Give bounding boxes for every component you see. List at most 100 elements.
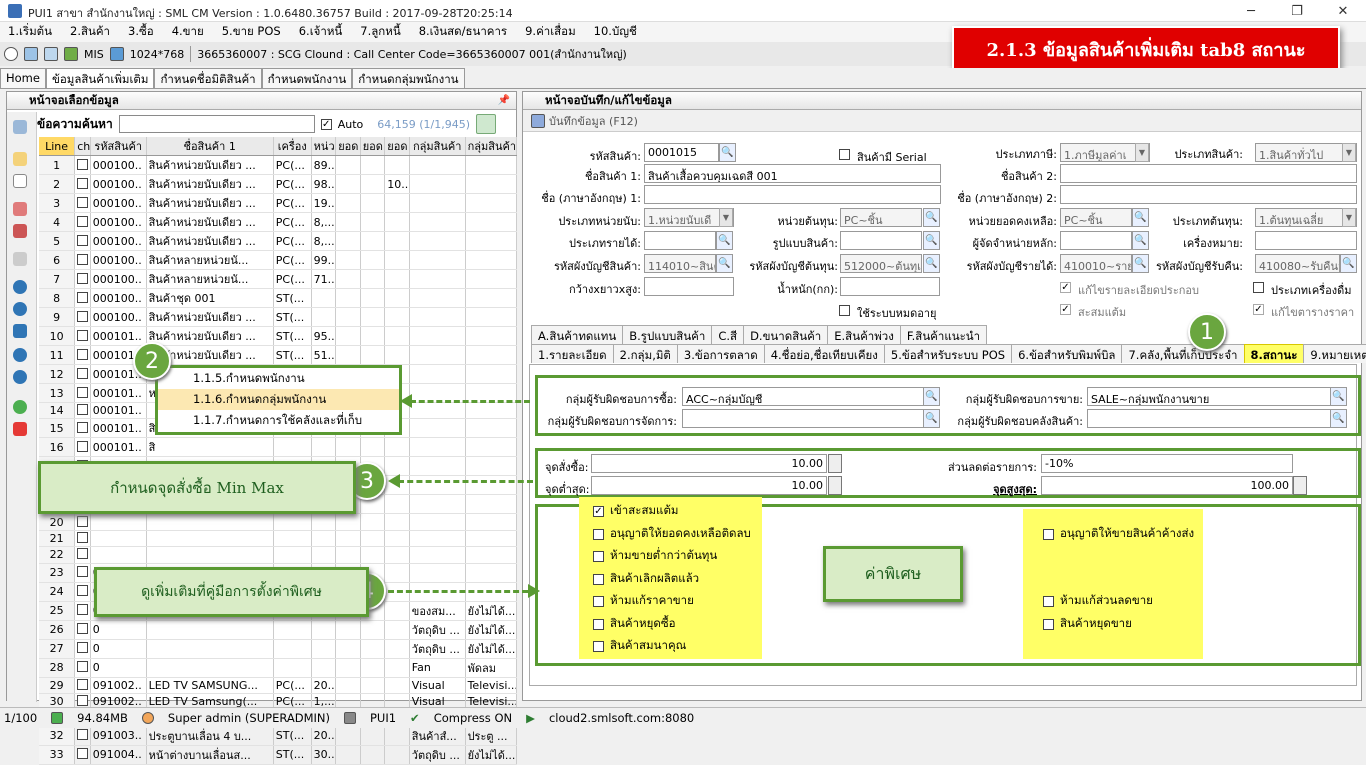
maximize-icon[interactable]: ❐ — [1274, 0, 1320, 22]
row-check-icon[interactable] — [77, 748, 89, 760]
row-checkbox[interactable] — [74, 437, 91, 458]
option-right-1[interactable]: ห้ามแก้ส่วนลดขาย — [1043, 592, 1153, 610]
col-total1[interactable]: ยอด — [335, 137, 361, 156]
row-checkbox[interactable] — [74, 639, 91, 659]
menu-item-account[interactable]: 10.บัญชี — [586, 23, 647, 41]
option-checkbox[interactable] — [593, 550, 604, 562]
min-field[interactable]: 10.00 — [591, 476, 827, 495]
print-icon[interactable] — [13, 252, 27, 266]
col-line[interactable]: Line — [39, 137, 76, 156]
tab-product-extra[interactable]: ข้อมูลสินค้าเพิ่มเติม — [45, 68, 155, 88]
expiry-checkbox[interactable] — [839, 305, 850, 316]
row-checkbox[interactable] — [74, 726, 91, 746]
eng-name1-field[interactable] — [644, 185, 941, 204]
discount-field[interactable]: -10% — [1041, 454, 1293, 473]
menu-item-buy[interactable]: 3.ซื้อ — [120, 23, 164, 41]
distributor-field[interactable] — [1060, 231, 1132, 250]
subtab-pos[interactable]: 5.ข้อสำหรับระบบ POS — [883, 344, 1013, 363]
tab-employee-group[interactable]: กำหนดกลุ่มพนักงาน — [352, 68, 465, 88]
tax-type-dropdown-icon[interactable]: ▼ — [1135, 143, 1149, 162]
row-checkbox[interactable] — [74, 513, 91, 531]
mis-label[interactable]: MIS — [84, 48, 104, 61]
subtab-detail[interactable]: 1.รายละเอียด — [531, 344, 614, 363]
row-check-icon[interactable] — [77, 291, 89, 303]
table-row[interactable]: 16 000101.. สิ — [39, 437, 518, 458]
income-type-field[interactable] — [644, 231, 716, 250]
row-checkbox[interactable] — [74, 620, 91, 640]
row-checkbox[interactable] — [74, 601, 91, 621]
row-checkbox[interactable] — [74, 563, 91, 583]
product-type-dropdown-icon[interactable]: ▼ — [1342, 143, 1356, 162]
balance-unit-search-icon[interactable]: 🔍 — [1132, 208, 1149, 227]
clock-icon[interactable] — [4, 47, 18, 61]
subtab-warehouse[interactable]: 7.คลัง,พื้นที่เก็บประจำ — [1121, 344, 1245, 363]
acc-return-field[interactable]: 410080~รับคืนส่ — [1255, 254, 1340, 273]
row-checkbox[interactable] — [74, 745, 91, 765]
option-checkbox[interactable] — [593, 528, 604, 540]
option-left-5[interactable]: สินค้าหยุดซื้อ — [593, 615, 676, 633]
row-check-icon[interactable] — [77, 367, 89, 379]
delete-doc-icon[interactable] — [13, 224, 27, 238]
row-checkbox[interactable] — [74, 677, 91, 694]
menu-item-warehouse-usage[interactable]: 1.1.7.กำหนดการใช้คลังและที่เก็บ — [158, 410, 399, 431]
subtab-recommend[interactable]: F.สินค้าแนะนำ — [899, 325, 988, 344]
row-check-icon[interactable] — [77, 440, 89, 452]
search-icon[interactable] — [476, 114, 497, 134]
option-left-3[interactable]: สินค้าเลิกผลิตแล้ว — [593, 570, 699, 588]
table-row[interactable]: 28 0 Fan พัดลม — [39, 658, 518, 678]
sell-group-search-icon[interactable]: 🔍 — [1330, 387, 1347, 406]
edit-detail-checkbox[interactable] — [1060, 282, 1071, 293]
table-row[interactable]: 8 000100.. สินค้าชุด 001 ST(... — [39, 288, 518, 308]
table-row[interactable]: 7 000100.. สินค้าหลายหน่วยนั... PC(... 71.. — [39, 269, 518, 289]
order-point-field[interactable]: 10.00 — [591, 454, 827, 473]
table-row[interactable]: 29 091002.. LED TV SAMSUNG... PC(... 20.. Vis… — [39, 677, 518, 694]
row-checkbox[interactable] — [74, 402, 91, 420]
row-checkbox[interactable] — [74, 658, 91, 678]
table-row[interactable]: 21 — [39, 530, 518, 548]
row-check-icon[interactable] — [77, 404, 89, 416]
row-check-icon[interactable] — [77, 695, 89, 707]
chart-icon[interactable] — [64, 47, 78, 61]
row-check-icon[interactable] — [77, 421, 89, 433]
points-checkbox[interactable] — [1060, 304, 1071, 315]
row-checkbox[interactable] — [74, 546, 91, 564]
subtab-accessory[interactable]: E.สินค้าพ่วง — [827, 325, 901, 344]
table-row[interactable]: 22 — [39, 546, 518, 564]
close-icon[interactable]: ✕ — [1320, 0, 1366, 22]
option-right-0[interactable]: อนุญาติให้ขายสินค้าค้างส่ง — [1043, 525, 1194, 543]
product-code-search-icon[interactable]: 🔍 — [719, 143, 736, 162]
calculator-icon[interactable] — [44, 47, 58, 61]
option-checkbox[interactable] — [593, 573, 604, 585]
row-check-icon[interactable] — [77, 642, 89, 654]
col-name[interactable]: ชื่อสินค้า 1 — [146, 137, 274, 156]
arrow-up-icon[interactable] — [13, 348, 27, 362]
warehouse-group-field[interactable] — [1087, 409, 1333, 428]
cost-unit-field[interactable]: PC~ชิ้น — [840, 208, 922, 227]
manage-group-field[interactable] — [682, 409, 929, 428]
row-checkbox[interactable] — [74, 307, 91, 327]
row-checkbox[interactable] — [74, 364, 91, 384]
order-point-calc-icon[interactable] — [828, 454, 842, 473]
max-calc-icon[interactable] — [1293, 476, 1307, 495]
table-row[interactable]: 32 091003.. ประตูบานเลื่อน 4 บ... ST(... 20.… — [39, 726, 518, 746]
option-checkbox[interactable] — [1043, 595, 1054, 607]
document-icon[interactable] — [13, 174, 27, 188]
max-field[interactable]: 100.00 — [1041, 476, 1293, 495]
subtab-remark[interactable]: 9.หมายเหตุ — [1303, 344, 1366, 363]
row-check-icon[interactable] — [77, 678, 89, 690]
distributor-search-icon[interactable]: 🔍 — [1132, 231, 1149, 250]
subtab-shortname[interactable]: 4.ชื่อย่อ,ชื่อเทียบเคียง — [763, 344, 885, 363]
menu-item-pos[interactable]: 5.ขาย POS — [214, 23, 291, 41]
tab-home[interactable]: Home — [0, 68, 46, 88]
subtab-model[interactable]: B.รูปแบบสินค้า — [622, 325, 713, 344]
option-checkbox[interactable] — [593, 505, 604, 517]
arrow-right-icon[interactable] — [13, 302, 27, 316]
arrow-left-icon[interactable] — [13, 280, 27, 294]
menu-item-depreciation[interactable]: 9.ค่าเสื่อม — [517, 23, 586, 41]
row-checkbox[interactable] — [74, 345, 91, 365]
row-check-icon[interactable] — [77, 623, 89, 635]
row-check-icon[interactable] — [77, 531, 89, 543]
row-check-icon[interactable] — [77, 348, 89, 360]
row-check-icon[interactable] — [77, 158, 89, 170]
option-left-0[interactable]: เข้าสะสมแต้ม — [593, 502, 679, 520]
